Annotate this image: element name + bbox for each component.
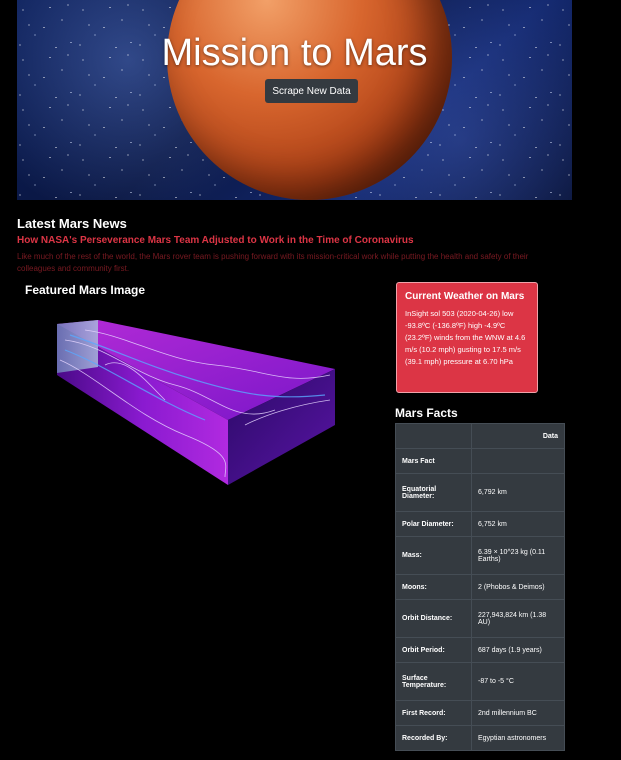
fact-label: Surface Temperature: [395,662,472,701]
weather-card: Current Weather on Mars InSight sol 503 … [396,282,538,393]
table-header-label [395,423,472,449]
table-row: First Record: 2nd millennium BC [395,700,565,726]
table-row: Moons: 2 (Phobos & Deimos) [395,574,565,600]
featured-image-heading: Featured Mars Image [25,283,146,297]
news-heading: Latest Mars News [17,216,127,231]
table-header-row: Data [395,423,565,449]
fact-label: Moons: [395,574,472,600]
fact-label: Mass: [395,536,472,575]
mars-facts-table: Data Mars Fact Equatorial Diameter: 6,79… [395,423,565,751]
fact-value: Egyptian astronomers [471,725,565,751]
table-row: Surface Temperature: -87 to -5 °C [395,662,565,701]
hero-banner: Mission to Mars Scrape New Data [17,0,572,200]
fact-value: -87 to -5 °C [471,662,565,701]
fact-value: 6,752 km [471,511,565,537]
fact-value: 2 (Phobos & Deimos) [471,574,565,600]
table-row: Mars Fact [395,448,565,474]
fact-value: 2nd millennium BC [471,700,565,726]
table-row: Orbit Period: 687 days (1.9 years) [395,637,565,663]
fact-label: Orbit Period: [395,637,472,663]
table-row: Recorded By: Egyptian astronomers [395,725,565,751]
fact-label: Polar Diameter: [395,511,472,537]
table-row: Orbit Distance: 227,943,824 km (1.38 AU) [395,599,565,638]
news-title-link[interactable]: How NASA's Perseverance Mars Team Adjust… [17,235,414,246]
scrape-new-data-button[interactable]: Scrape New Data [265,79,358,103]
fact-value: 6,792 km [471,473,565,512]
fact-value [471,448,565,474]
table-header-value: Data [471,423,565,449]
fact-value: 6.39 × 10^23 kg (0.11 Earths) [471,536,565,575]
fact-label: Recorded By: [395,725,472,751]
fact-value: 227,943,824 km (1.38 AU) [471,599,565,638]
fact-label: First Record: [395,700,472,726]
table-row: Polar Diameter: 6,752 km [395,511,565,537]
page-title: Mission to Mars [161,32,428,74]
fact-label: Orbit Distance: [395,599,472,638]
featured-mars-image[interactable] [45,305,340,485]
fact-value: 687 days (1.9 years) [471,637,565,663]
table-row: Mass: 6.39 × 10^23 kg (0.11 Earths) [395,536,565,575]
mars-facts-heading: Mars Facts [395,406,458,420]
weather-text: InSight sol 503 (2020-04-26) low -93.8ºC… [405,309,526,366]
fact-label: Equatorial Diameter: [395,473,472,512]
weather-title: Current Weather on Mars [405,291,525,302]
table-row: Equatorial Diameter: 6,792 km [395,473,565,512]
news-teaser: Like much of the rest of the world, the … [17,252,529,273]
fact-label: Mars Fact [395,448,472,474]
